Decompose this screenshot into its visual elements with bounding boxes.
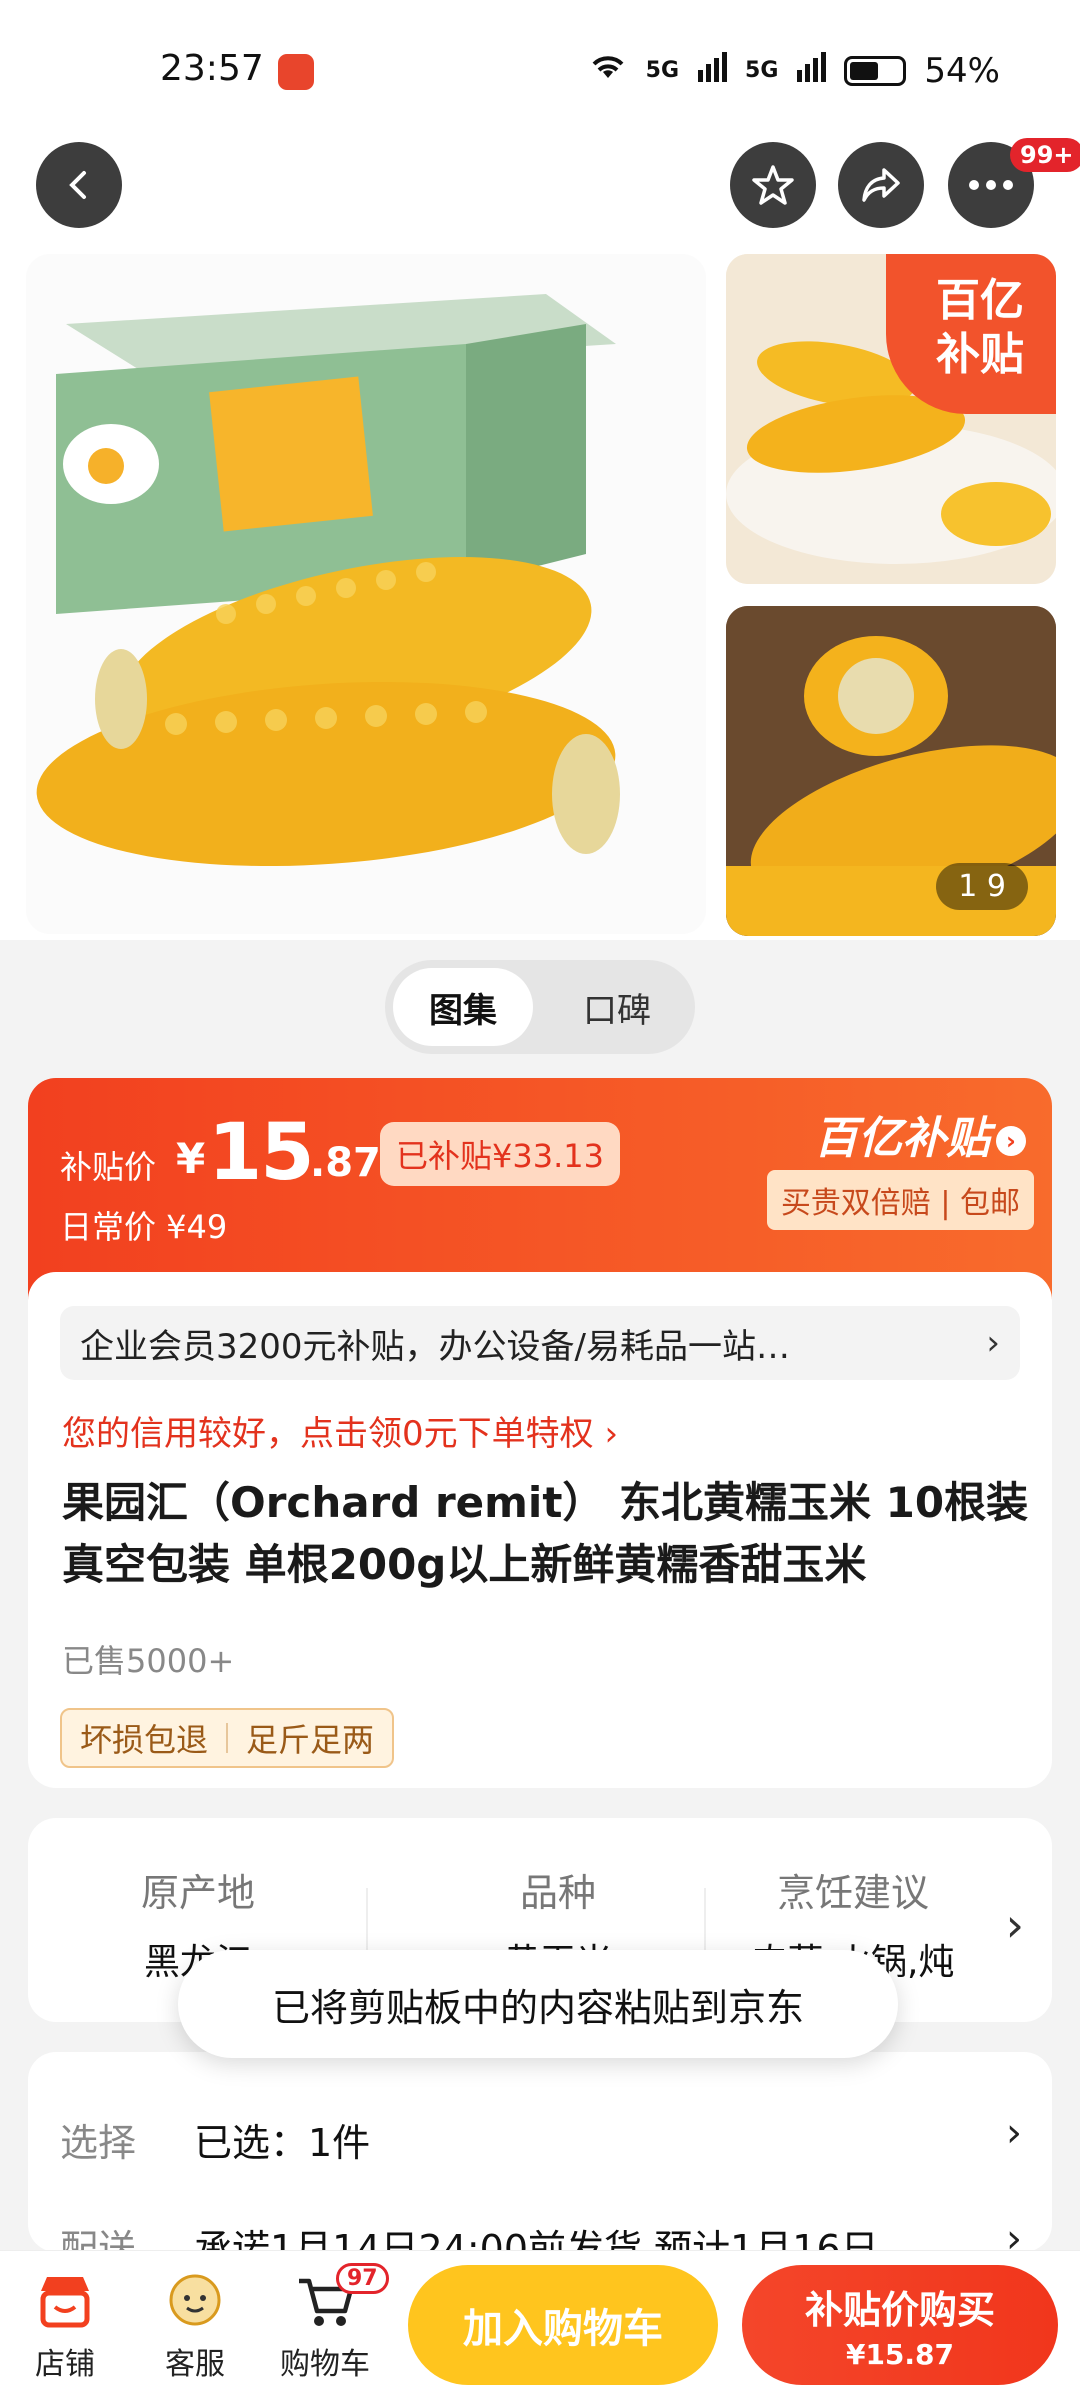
cart-label: 购物车 bbox=[280, 2347, 370, 2382]
price-integer: 15 bbox=[208, 1108, 315, 1198]
product-info-card: 企业会员3200元补贴，办公设备/易耗品一站… › 您的信用较好，点击领0元下单… bbox=[28, 1272, 1052, 1788]
signal-bars-icon-2 bbox=[796, 51, 827, 91]
service-tags[interactable]: 坏损包退 足斤足两 bbox=[60, 1708, 395, 1768]
price-currency: ¥ bbox=[176, 1134, 206, 1183]
guarantee-badge: 买贵双倍赔 | 包邮 bbox=[766, 1170, 1034, 1230]
enterprise-promo-bar[interactable]: 企业会员3200元补贴，办公设备/易耗品一站… › bbox=[60, 1306, 1020, 1380]
attr-header: 原产地 bbox=[140, 1871, 255, 1915]
thumbnail-1[interactable]: 百亿 补贴 bbox=[726, 254, 1056, 584]
customer-service-button[interactable]: 客服 bbox=[140, 2269, 250, 2383]
status-bar: 23:57 5G 5G 54% bbox=[0, 0, 1080, 130]
app-notification-icon bbox=[278, 54, 314, 90]
bybt-logo-text: 百亿补贴 bbox=[814, 1113, 990, 1164]
buy-now-price: ¥15.87 bbox=[845, 2338, 955, 2371]
chevron-right-icon: › bbox=[986, 1323, 1000, 1363]
add-to-cart-button[interactable]: 加入购物车 bbox=[408, 2265, 718, 2385]
shop-button[interactable]: 店铺 bbox=[10, 2269, 120, 2383]
message-badge: 99+ bbox=[1010, 138, 1080, 172]
product-gallery: 百亿 补贴 1 9 bbox=[0, 250, 1080, 940]
shop-label: 店铺 bbox=[35, 2347, 95, 2382]
signal-5g-icon: 5G bbox=[645, 58, 680, 83]
main-product-image[interactable] bbox=[26, 254, 706, 934]
battery-percent: 54% bbox=[924, 50, 1000, 91]
select-label: 选择 bbox=[60, 2121, 137, 2165]
buy-now-label: 补贴价购买 bbox=[804, 2288, 995, 2332]
more-dots-icon bbox=[969, 180, 1013, 190]
bybt-logo[interactable]: 百亿补贴 › bbox=[814, 1102, 1026, 1166]
thumbnail-2[interactable]: 1 9 bbox=[726, 606, 1056, 936]
credit-privilege-link[interactable]: 您的信用较好，点击领0元下单特权 › bbox=[62, 1406, 618, 1455]
star-icon bbox=[752, 165, 794, 205]
clipboard-toast: 已将剪贴板中的内容粘贴到京东 bbox=[178, 1950, 898, 2058]
customer-service-icon bbox=[163, 2269, 227, 2333]
share-icon bbox=[862, 168, 900, 202]
chevron-right-icon: › bbox=[1006, 2216, 1022, 2252]
cart-button[interactable]: 97 购物车 bbox=[270, 2263, 389, 2383]
bottom-action-bar: 店铺 客服 97 购物车 加入购物车 补贴价购买 ¥15.87 bbox=[0, 2250, 1080, 2400]
back-button[interactable] bbox=[36, 142, 122, 228]
tab-gallery[interactable]: 图集 bbox=[393, 968, 533, 1046]
select-value: 已选：1件 bbox=[194, 2121, 371, 2165]
price-decimal: .87 bbox=[310, 1140, 381, 1186]
signal-5g-icon-2: 5G bbox=[745, 58, 779, 83]
buy-now-button[interactable]: 补贴价购买 ¥15.87 bbox=[742, 2265, 1058, 2385]
daily-price: 日常价 ¥49 bbox=[60, 1208, 228, 1246]
tag-damage-refund: 坏损包退 bbox=[80, 1721, 209, 1759]
attr-header: 品种 bbox=[519, 1871, 596, 1915]
signal-bars-icon bbox=[697, 51, 728, 91]
attr-header: 烹饪建议 bbox=[776, 1871, 929, 1915]
share-button[interactable] bbox=[838, 142, 924, 228]
product-title: 果园汇（Orchard remit） 东北黄糯玉米 10根装 真空包装 单根20… bbox=[62, 1478, 1029, 1589]
promo-text: 企业会员3200元补贴，办公设备/易耗品一站… bbox=[80, 1326, 790, 1367]
select-card: 选择 已选：1件 › 配送 承诺1月14日24:00前发货 预计1月16日 › bbox=[28, 2052, 1052, 2252]
price-label: 补贴价 bbox=[60, 1148, 157, 1186]
customer-service-label: 客服 bbox=[165, 2347, 225, 2382]
tag-full-weight: 足斤足两 bbox=[246, 1721, 375, 1759]
chevron-left-icon bbox=[69, 171, 86, 199]
gallery-tabs: 图集 口碑 bbox=[385, 960, 695, 1054]
chevron-right-icon: › bbox=[1005, 1898, 1024, 1952]
chevron-right-icon: › bbox=[1006, 2110, 1022, 2156]
tab-reviews[interactable]: 口碑 bbox=[547, 968, 687, 1046]
cart-count-badge: 97 bbox=[336, 2263, 389, 2294]
chevron-right-icon: › bbox=[996, 1126, 1026, 1156]
wifi-icon bbox=[588, 50, 628, 91]
delivery-value: 承诺1月14日24:00前发货 预计1月16日 bbox=[194, 2227, 879, 2252]
battery-icon bbox=[844, 55, 907, 86]
status-indicators: 5G 5G 54% bbox=[588, 50, 1000, 91]
subsidy-amount: 已补贴¥33.13 bbox=[380, 1122, 620, 1186]
sold-count: 已售5000+ bbox=[62, 1642, 235, 1680]
corn-box-image bbox=[26, 254, 706, 934]
status-time: 23:57 bbox=[160, 48, 264, 89]
image-counter: 1 9 bbox=[936, 863, 1028, 910]
bybt-corner-tag: 百亿 补贴 bbox=[886, 254, 1056, 414]
shop-icon bbox=[33, 2269, 97, 2333]
favorite-button[interactable] bbox=[730, 142, 816, 228]
delivery-label: 配送 bbox=[60, 2227, 137, 2252]
top-nav: 99+ bbox=[0, 130, 1080, 250]
